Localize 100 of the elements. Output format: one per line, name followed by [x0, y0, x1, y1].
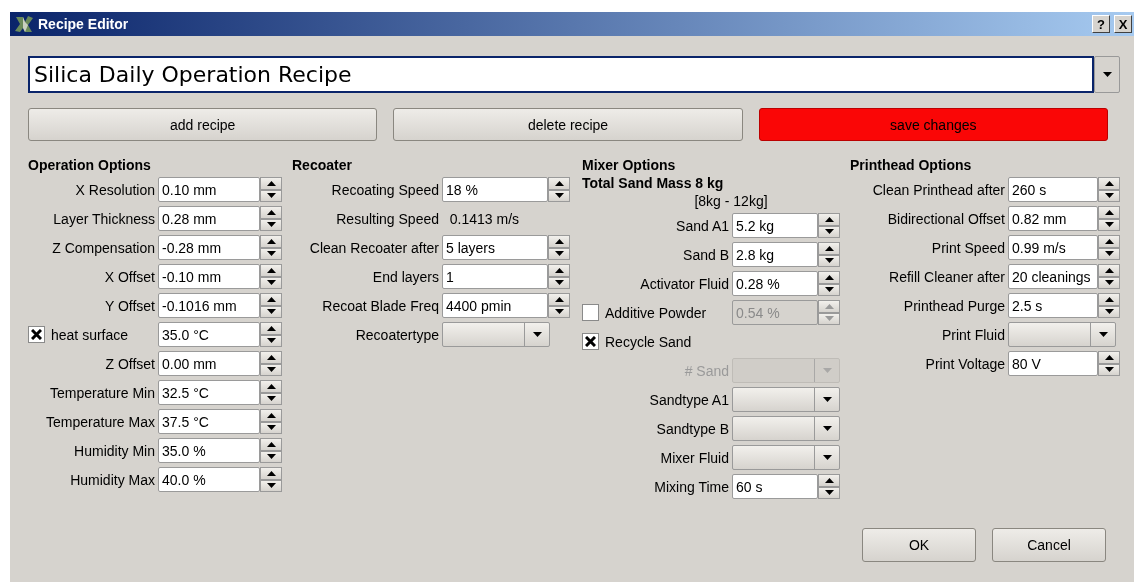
field-label: Humidity Min: [73, 442, 156, 459]
action-button[interactable]: save changes: [758, 108, 1108, 141]
section-title: Printhead Options: [850, 157, 973, 175]
down-arrow-icon: [266, 251, 276, 257]
up-arrow-icon: [554, 296, 564, 302]
window-title: Recipe Editor: [38, 16, 130, 32]
spin-up-button[interactable]: [548, 264, 570, 277]
spin-box[interactable]: 0.82 mm: [1008, 206, 1098, 231]
up-arrow-icon: [266, 354, 276, 360]
spin-box[interactable]: 40.0 %: [158, 467, 260, 492]
dialog-button[interactable]: Cancel: [992, 528, 1106, 562]
checkbox[interactable]: [28, 326, 45, 343]
spin-up-button[interactable]: [260, 264, 282, 277]
action-button[interactable]: add recipe: [28, 108, 378, 141]
spin-up-button[interactable]: [260, 351, 282, 364]
down-arrow-icon: [1104, 309, 1114, 315]
down-arrow-icon: [266, 222, 276, 228]
field-label: X Resolution: [74, 181, 156, 198]
spin-box[interactable]: 37.5 °C: [158, 409, 260, 434]
up-arrow-icon: [266, 441, 276, 447]
spin-box[interactable]: 5 layers: [442, 235, 548, 260]
spin-up-button[interactable]: [818, 242, 840, 255]
down-arrow-icon: [554, 193, 564, 199]
spin-up-button[interactable]: [260, 322, 282, 335]
spin-up-button[interactable]: [1098, 293, 1120, 306]
spin-box[interactable]: 32.5 °C: [158, 380, 260, 405]
up-arrow-icon: [266, 412, 276, 418]
spin-up-button[interactable]: [1098, 206, 1120, 219]
spin-up-button[interactable]: [260, 235, 282, 248]
action-button[interactable]: delete recipe: [393, 108, 743, 141]
spin-up-button[interactable]: [818, 474, 840, 487]
field-label: Print Speed: [930, 239, 1006, 256]
spin-up-button[interactable]: [260, 380, 282, 393]
spin-up-button[interactable]: [260, 177, 282, 190]
spin-box[interactable]: 35.0 °C: [158, 322, 260, 347]
spin-box[interactable]: 4400 pmin: [442, 293, 548, 318]
checkbox[interactable]: [582, 333, 599, 350]
up-arrow-icon: [266, 383, 276, 389]
checkbox-label: Recycle Sand: [605, 333, 692, 350]
spin-box[interactable]: 5.2 kg: [732, 213, 818, 238]
section-title: Recoater: [292, 157, 353, 175]
field-label: Mixing Time: [653, 478, 730, 495]
spin-up-button[interactable]: [548, 177, 570, 190]
spin-box[interactable]: 35.0 %: [158, 438, 260, 463]
spin-up-button[interactable]: [548, 235, 570, 248]
up-arrow-icon: [1104, 267, 1114, 273]
down-arrow-icon: [266, 425, 276, 431]
field-label: Z Offset: [104, 355, 156, 372]
down-arrow-icon: [824, 316, 834, 322]
down-arrow-icon: [1104, 222, 1114, 228]
spin-box[interactable]: 0.00 mm: [158, 351, 260, 376]
up-arrow-icon: [266, 470, 276, 476]
up-arrow-icon: [266, 296, 276, 302]
spin-up-button[interactable]: [260, 409, 282, 422]
spin-box[interactable]: 80 V: [1008, 351, 1098, 376]
spin-box[interactable]: 0.10 mm: [158, 177, 260, 202]
spin-box[interactable]: -0.10 mm: [158, 264, 260, 289]
spin-up-button[interactable]: [260, 293, 282, 306]
down-arrow-icon: [554, 280, 564, 286]
spin-box[interactable]: 0.99 m/s: [1008, 235, 1098, 260]
spin-up-button[interactable]: [818, 213, 840, 226]
spin-up-button[interactable]: [260, 206, 282, 219]
field-label: Z Compensation: [51, 239, 156, 256]
spin-up-button[interactable]: [1098, 264, 1120, 277]
spin-up-button[interactable]: [260, 467, 282, 480]
field-label: Recoat Blade Freq: [321, 297, 440, 314]
up-arrow-icon: [266, 238, 276, 244]
spin-box[interactable]: 0.28 mm: [158, 206, 260, 231]
down-arrow-icon: [1104, 280, 1114, 286]
spin-box[interactable]: 18 %: [442, 177, 548, 202]
spin-box[interactable]: 1: [442, 264, 548, 289]
spin-up-button[interactable]: [1098, 351, 1120, 364]
spin-up-button[interactable]: [1098, 177, 1120, 190]
close-button[interactable]: X: [1114, 15, 1132, 33]
down-arrow-icon: [1098, 332, 1108, 337]
recipe-name-field[interactable]: Silica Daily Operation Recipe: [28, 56, 1094, 93]
field-label: Print Fluid: [940, 326, 1006, 343]
spin-box[interactable]: 2.5 s: [1008, 293, 1098, 318]
spin-box[interactable]: 0.28 %: [732, 271, 818, 296]
down-arrow-icon: [554, 309, 564, 315]
spin-box[interactable]: -0.28 mm: [158, 235, 260, 260]
dropdown-button[interactable]: [1094, 56, 1120, 93]
dialog-button[interactable]: OK: [862, 528, 976, 562]
spin-box[interactable]: 20 cleanings: [1008, 264, 1098, 289]
field-label: Recoatertype: [354, 326, 440, 343]
field-label: Mixer Fluid: [659, 449, 730, 466]
spin-box[interactable]: -0.1016 mm: [158, 293, 260, 318]
spin-box[interactable]: 260 s: [1008, 177, 1098, 202]
help-button[interactable]: ?: [1092, 15, 1110, 33]
down-arrow-icon: [824, 258, 834, 264]
spin-up-button[interactable]: [818, 271, 840, 284]
up-arrow-icon: [554, 180, 564, 186]
spin-box[interactable]: 2.8 kg: [732, 242, 818, 267]
spin-up-button[interactable]: [260, 438, 282, 451]
spin-box[interactable]: 60 s: [732, 474, 818, 499]
section-title: Mixer Options: [582, 157, 677, 175]
down-arrow-icon: [266, 483, 276, 489]
spin-up-button[interactable]: [1098, 235, 1120, 248]
spin-up-button[interactable]: [548, 293, 570, 306]
up-arrow-icon: [554, 267, 564, 273]
